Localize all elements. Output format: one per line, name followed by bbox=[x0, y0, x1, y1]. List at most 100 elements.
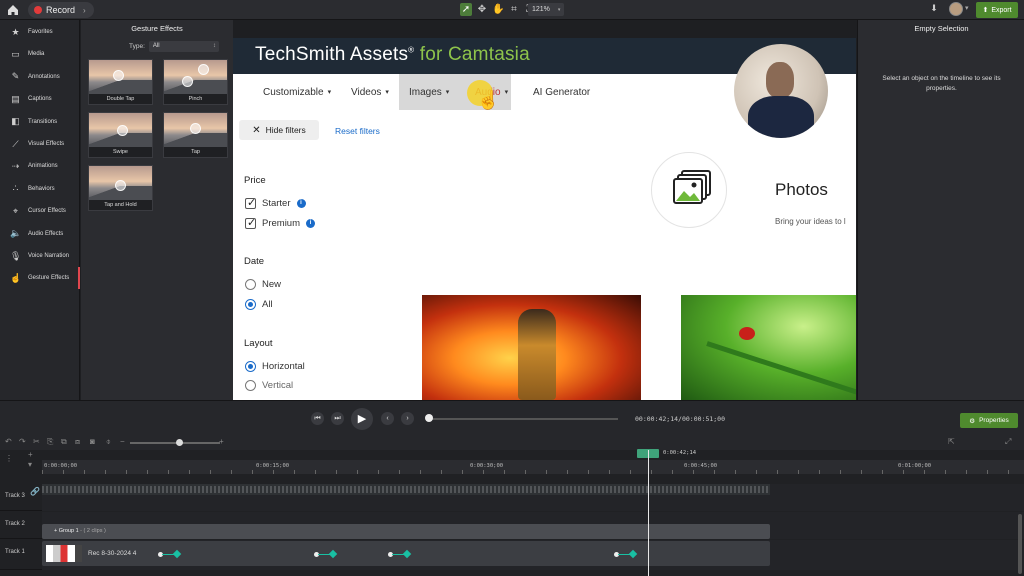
timeline-scrollbar[interactable] bbox=[1018, 514, 1022, 574]
starter-checkbox[interactable]: Starteri bbox=[245, 196, 306, 209]
step-forward-icon[interactable]: ⏭ bbox=[331, 412, 344, 425]
select-tool-icon[interactable]: ➚ bbox=[460, 3, 472, 16]
sidebar-item-animations[interactable]: ⇢ Animations bbox=[0, 155, 80, 177]
home-icon[interactable] bbox=[6, 3, 20, 17]
scrub-knob[interactable] bbox=[425, 414, 433, 422]
effect-double-tap[interactable]: Double Tap bbox=[88, 59, 153, 105]
playback-bar: ⏮ ⏭ ▶ ‹ › 00:00:42;14/00:00:51;00 ⚙ Prop… bbox=[0, 400, 1024, 434]
effect-tap[interactable]: Tap bbox=[163, 112, 228, 158]
redo-icon[interactable]: ↷ bbox=[19, 437, 26, 446]
firefighter-image[interactable] bbox=[422, 295, 641, 400]
track-lane[interactable]: Rec 8-30-2024 4 bbox=[42, 540, 1024, 570]
sidebar-item-label: Visual Effects bbox=[28, 141, 65, 147]
split-icon[interactable]: ⧈ bbox=[75, 437, 80, 447]
gesture-keyframe[interactable] bbox=[158, 551, 180, 557]
crop-tool-icon[interactable]: ⌗ bbox=[508, 3, 520, 16]
track-options-icon[interactable]: ⋮ bbox=[5, 454, 13, 463]
zoom-select[interactable]: 121% ▾ bbox=[528, 3, 564, 16]
paste-icon[interactable]: ⧉ bbox=[61, 437, 67, 447]
gesture-keyframe[interactable] bbox=[614, 551, 636, 557]
move-tool-icon[interactable]: ✥ bbox=[476, 3, 488, 16]
behaviors-icon: ∴ bbox=[12, 183, 19, 194]
gesture-keyframe[interactable] bbox=[314, 551, 336, 557]
expand-icon[interactable]: ⤢ bbox=[1005, 437, 1011, 447]
record-button[interactable]: Record › bbox=[28, 2, 94, 18]
close-icon: ✕ bbox=[252, 124, 261, 136]
tab-videos[interactable]: Videos ▾ bbox=[343, 74, 397, 110]
ladybug-image[interactable] bbox=[681, 295, 856, 400]
detach-icon[interactable]: ⇱ bbox=[948, 437, 955, 446]
previous-marker-icon[interactable]: ‹ bbox=[381, 412, 394, 425]
waveform bbox=[42, 486, 770, 493]
reset-filters-link[interactable]: Reset filters bbox=[335, 126, 380, 136]
sidebar-item-visual-effects[interactable]: ⟋ Visual Effects bbox=[0, 133, 80, 155]
radio-selected-icon bbox=[245, 361, 256, 372]
track-label: Track 3 bbox=[5, 493, 25, 499]
avatar[interactable] bbox=[949, 2, 963, 16]
timeline-zoom-slider[interactable] bbox=[130, 442, 220, 444]
info-icon[interactable]: i bbox=[296, 199, 306, 208]
effect-pinch[interactable]: Pinch bbox=[163, 59, 228, 105]
sidebar-item-gesture-effects[interactable]: ☝ Gesture Effects bbox=[0, 267, 80, 290]
zoom-in-icon[interactable]: + bbox=[219, 437, 224, 446]
camera-icon[interactable]: ◙ bbox=[90, 437, 95, 446]
layout-vertical-radio[interactable]: Vertical bbox=[245, 380, 293, 391]
sidebar-item-annotations[interactable]: ✎ Annotations bbox=[0, 66, 80, 88]
sidebar-item-media[interactable]: ▭ Media bbox=[0, 43, 80, 65]
webcam-bubble-1[interactable] bbox=[734, 44, 828, 138]
play-button[interactable]: ▶ bbox=[351, 408, 373, 430]
effect-swipe[interactable]: Swipe bbox=[88, 112, 153, 158]
step-back-icon[interactable]: ⏮ bbox=[311, 412, 324, 425]
gesture-keyframe[interactable] bbox=[388, 551, 410, 557]
effect-label: Pinch bbox=[188, 96, 203, 102]
time-ruler[interactable]: 0:00:00;00 0:00:15;00 0:00:30;00 0:00:45… bbox=[42, 460, 1024, 474]
cut-icon[interactable]: ✂ bbox=[33, 437, 40, 446]
add-track-icon[interactable]: + bbox=[28, 450, 33, 459]
info-icon[interactable]: i bbox=[306, 219, 316, 228]
sidebar-item-cursor-effects[interactable]: ⌖ Cursor Effects bbox=[0, 200, 80, 222]
chevron-down-icon[interactable]: ▾ bbox=[965, 4, 969, 12]
playhead[interactable] bbox=[648, 450, 649, 576]
copy-icon[interactable]: ⎘ bbox=[47, 437, 53, 447]
marker-icon[interactable]: ⌽ bbox=[106, 437, 111, 447]
sidebar-item-label: Annotations bbox=[28, 73, 60, 80]
recording-clip[interactable]: Rec 8-30-2024 4 bbox=[42, 541, 770, 566]
sidebar-item-label: Transitions bbox=[28, 118, 58, 125]
pan-tool-icon[interactable]: ✋ bbox=[492, 3, 504, 16]
group-clip[interactable]: + Group 1 - ( 2 clips ) bbox=[42, 524, 770, 539]
person-head bbox=[766, 62, 794, 98]
date-new-radio[interactable]: New bbox=[245, 279, 281, 290]
export-button[interactable]: ⬆ Export bbox=[976, 2, 1018, 18]
collapse-tracks-icon[interactable]: ▾ bbox=[28, 460, 32, 469]
sidebar-item-behaviors[interactable]: ∴ Behaviors bbox=[0, 178, 80, 200]
sidebar-item-label: Animations bbox=[28, 163, 58, 170]
sidebar-item-audio-effects[interactable]: 🔈 Audio Effects bbox=[0, 223, 80, 245]
lock-icon[interactable]: 🔗 bbox=[30, 487, 40, 496]
sidebar-item-voice-narration[interactable]: 🎙 Voice Narration bbox=[0, 245, 80, 267]
tab-ai-generator[interactable]: AI Generator bbox=[525, 74, 598, 110]
zoom-out-icon[interactable]: − bbox=[120, 437, 125, 446]
sidebar-item-captions[interactable]: ▤ Captions bbox=[0, 88, 80, 110]
properties-button[interactable]: ⚙ Properties bbox=[960, 413, 1018, 428]
firefighter-figure bbox=[518, 309, 556, 400]
audio-clip[interactable] bbox=[42, 484, 770, 495]
hide-filters-button[interactable]: ✕ Hide filters bbox=[239, 120, 319, 140]
sidebar-item-transitions[interactable]: ◧ Transitions bbox=[0, 111, 80, 133]
timeline-zoom-knob[interactable] bbox=[176, 439, 183, 446]
date-all-radio[interactable]: All bbox=[245, 299, 273, 310]
sidebar-item-label: Behaviors bbox=[28, 185, 55, 192]
download-icon[interactable]: ⬇ bbox=[927, 3, 941, 17]
effect-tap-and-hold[interactable]: Tap and Hold bbox=[88, 165, 153, 211]
effect-label: Swipe bbox=[113, 149, 128, 155]
premium-checkbox[interactable]: Premiumi bbox=[245, 216, 316, 229]
layout-horizontal-radio[interactable]: Horizontal bbox=[245, 361, 305, 372]
tab-customizable[interactable]: Customizable ▾ bbox=[255, 74, 339, 110]
type-select[interactable]: All bbox=[148, 41, 219, 52]
scrub-bar[interactable] bbox=[428, 418, 618, 420]
record-dot-icon bbox=[34, 6, 42, 14]
track-lane[interactable] bbox=[42, 484, 1024, 511]
track-lane[interactable]: + Group 1 - ( 2 clips ) bbox=[42, 512, 1024, 539]
undo-icon[interactable]: ↶ bbox=[5, 437, 12, 446]
sidebar-item-favorites[interactable]: ★ Favorites bbox=[0, 21, 80, 43]
next-marker-icon[interactable]: › bbox=[401, 412, 414, 425]
